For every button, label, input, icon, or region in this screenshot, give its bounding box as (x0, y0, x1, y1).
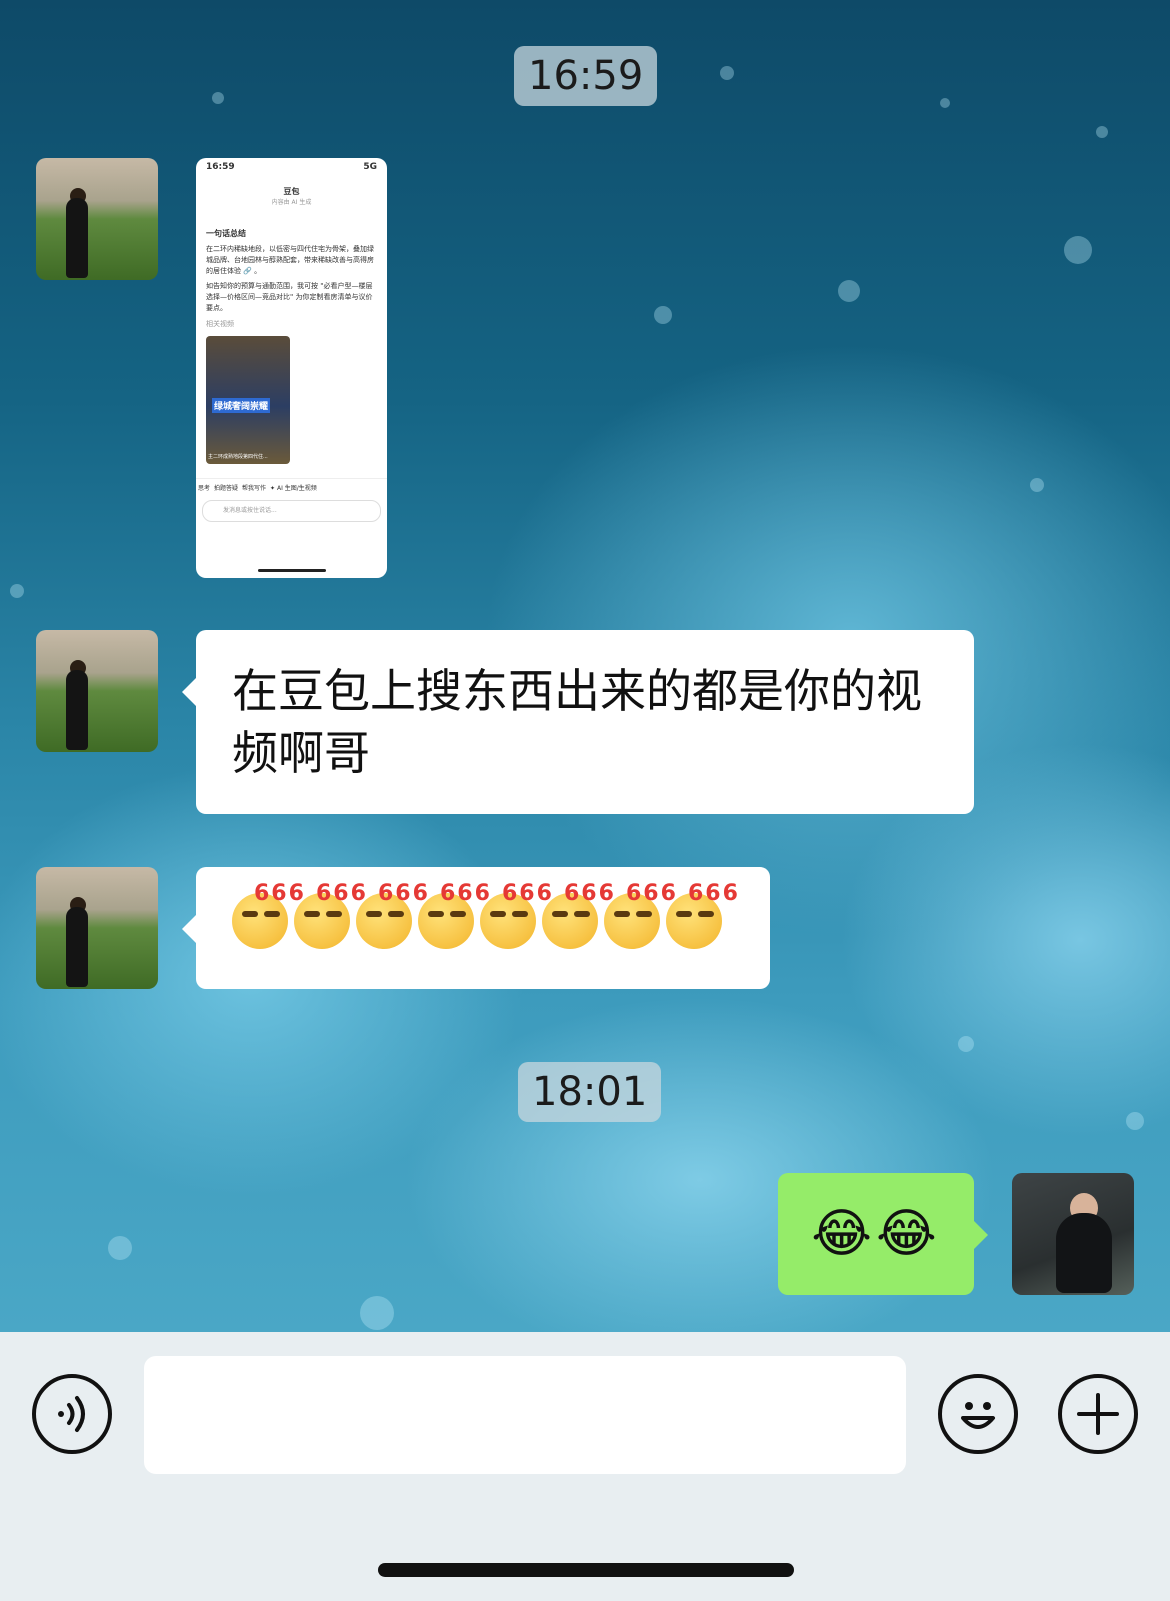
emoji-666-icon: 666 (604, 881, 676, 949)
message-input[interactable] (144, 1356, 906, 1474)
screenshot-video-caption: 绿城奢阔崇耀 (212, 398, 271, 413)
my-message-bubble[interactable]: 😂😂 (778, 1173, 988, 1295)
screenshot-time: 16:59 (206, 162, 235, 172)
screenshot-input: 发消息或按住说话... (202, 500, 381, 522)
screenshot-signal: 5G (363, 162, 377, 172)
more-button[interactable] (1058, 1374, 1138, 1454)
emoji-666-icon: 666 (542, 881, 614, 949)
contact-avatar[interactable] (36, 867, 158, 989)
screenshot-app-title: 豆包 (283, 187, 300, 196)
screenshot-related-label: 相关视频 (206, 320, 234, 328)
screenshot-para2: 如告知你的预算与通勤范围，我可按 "必看户型—楼层选择—价格区间—竞品对比" 为… (206, 282, 373, 312)
message-text: 在豆包上搜东西出来的都是你的视频啊哥 (232, 664, 922, 780)
laugh-cry-emoji-icon: 😂😂 (811, 1204, 941, 1264)
emoji-666-icon: 666 (418, 881, 490, 949)
voice-input-button[interactable] (32, 1374, 112, 1454)
message-bubble-emoji[interactable]: 666 666 666 666 666 666 666 666 (182, 867, 770, 989)
contact-avatar[interactable] (36, 158, 158, 280)
message-bubble-text[interactable]: 在豆包上搜东西出来的都是你的视频啊哥 (182, 630, 974, 814)
plus-icon (1077, 1393, 1119, 1435)
screenshot-app-subtitle: 内容由 AI 生成 (271, 199, 312, 206)
screenshot-chip: ✦ AI 生图/生视频 (270, 485, 317, 492)
emoji-666-icon: 666 (666, 881, 738, 949)
contact-avatar[interactable] (36, 630, 158, 752)
timestamp-2: 18:01 (518, 1062, 662, 1122)
screenshot-video-thumb: 绿城奢阔崇耀主二环成熟地段第四代住... (206, 336, 290, 464)
screenshot-video-subcaption: 主二环成熟地段第四代住... (208, 454, 268, 460)
screenshot-chip: 帮我写作 (242, 485, 267, 492)
smiley-icon (961, 1402, 995, 1429)
home-indicator (378, 1563, 794, 1577)
screenshot-home-indicator (258, 569, 326, 572)
timestamp-1: 16:59 (514, 46, 658, 106)
my-avatar[interactable] (1012, 1173, 1134, 1295)
screenshot-chip: 拍题答疑 (214, 485, 239, 492)
emoji-button[interactable] (938, 1374, 1018, 1454)
emoji-666-icon: 666 (480, 881, 552, 949)
image-message-screenshot[interactable]: 16:59 5G 豆包内容由 AI 生成 一句话总结 在二环内稀缺地段，以低密与四… (196, 158, 387, 578)
emoji-666-icon: 666 (356, 881, 428, 949)
screenshot-chip: 思考 (198, 485, 211, 492)
screenshot-para1: 在二环内稀缺地段，以低密与四代住宅为骨架，叠加绿城品牌、台地园林与醇熟配套，带来… (206, 245, 374, 275)
emoji-sequence: 666 666 666 666 666 666 666 666 (196, 867, 770, 967)
emoji-tag: 666 (688, 881, 740, 906)
voice-wave-icon (58, 1396, 85, 1432)
screenshot-chips: 思考 拍题答疑 帮我写作 ✦ AI 生图/生视频 (196, 478, 387, 496)
screenshot-section-title: 一句话总结 (206, 229, 246, 238)
emoji-666-icon: 666 (232, 881, 304, 949)
emoji-666-icon: 666 (294, 881, 366, 949)
